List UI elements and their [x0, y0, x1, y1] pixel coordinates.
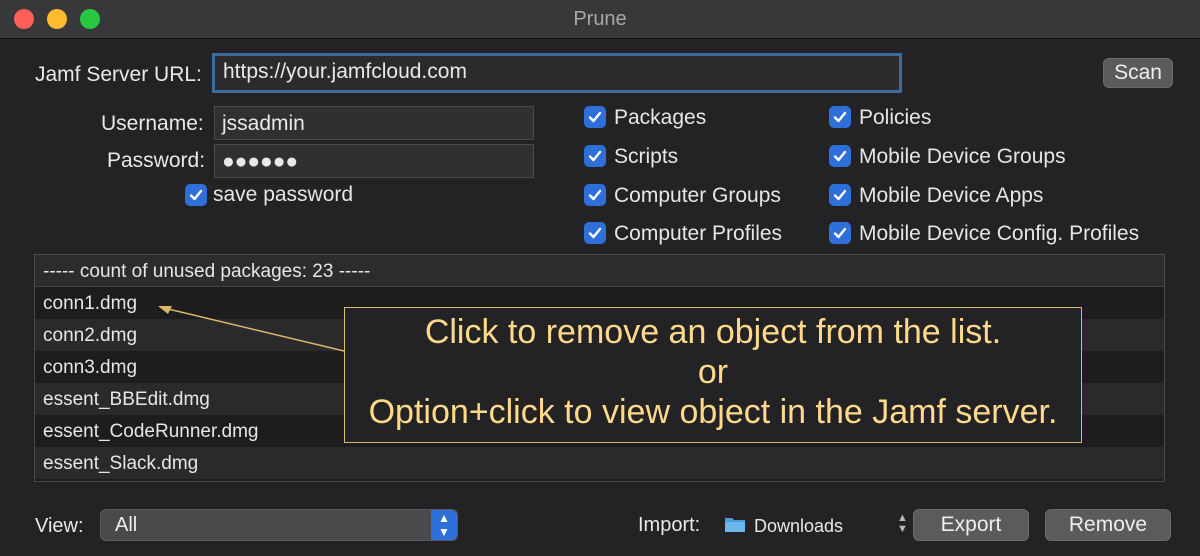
- scripts-checkbox[interactable]: [584, 145, 606, 167]
- updown-chevron-icon[interactable]: ▲ ▼: [897, 513, 908, 535]
- remove-button[interactable]: Remove: [1045, 509, 1171, 541]
- checkmark-icon: [833, 111, 847, 123]
- folder-icon: [725, 518, 745, 532]
- packages-label: Packages: [614, 106, 707, 129]
- computer-groups-checkbox[interactable]: [584, 184, 606, 206]
- mobile-device-config-profiles-checkbox[interactable]: [829, 222, 851, 244]
- window-title: Prune: [573, 8, 627, 30]
- mobile-device-apps-checkbox[interactable]: [829, 184, 851, 206]
- import-folder-name[interactable]: Downloads: [754, 516, 843, 537]
- callout-arrow: [158, 306, 345, 352]
- save-password-checkbox[interactable]: [185, 184, 207, 206]
- scripts-label: Scripts: [614, 145, 679, 168]
- mobile-device-apps-label: Mobile Device Apps: [859, 184, 1044, 207]
- computer-groups-label: Computer Groups: [614, 184, 781, 207]
- callout-line-3: Option+click to view object in the Jamf …: [368, 393, 1058, 431]
- username-label: Username:: [101, 112, 204, 135]
- username-field[interactable]: jssadmin: [214, 106, 534, 140]
- policies-checkbox[interactable]: [829, 106, 851, 128]
- scan-button[interactable]: Scan: [1103, 58, 1173, 88]
- mobile-device-groups-label: Mobile Device Groups: [859, 145, 1066, 168]
- checkmark-icon: [588, 111, 602, 123]
- packages-checkbox[interactable]: [584, 106, 606, 128]
- checkmark-icon: [833, 227, 847, 239]
- server-url-field[interactable]: https://your.jamfcloud.com: [212, 53, 902, 93]
- view-select[interactable]: All ▲ ▼: [100, 509, 458, 541]
- computer-profiles-label: Computer Profiles: [614, 222, 783, 245]
- mobile-device-config-profiles-label: Mobile Device Config. Profiles: [859, 222, 1140, 245]
- checkmark-icon: [833, 150, 847, 162]
- checkmark-icon: [588, 227, 602, 239]
- mobile-device-groups-checkbox[interactable]: [829, 145, 851, 167]
- list-header: ----- count of unused packages: 23 -----: [35, 255, 1164, 287]
- updown-arrows-icon: ▲ ▼: [431, 510, 457, 540]
- title-bar: Prune: [0, 0, 1200, 39]
- view-select-value: All: [115, 514, 138, 536]
- checkmark-icon: [189, 189, 203, 201]
- callout-line-1: Click to remove an object from the list.: [424, 313, 1002, 351]
- password-label: Password:: [107, 149, 206, 172]
- checkmark-icon: [833, 189, 847, 201]
- server-url-label: Jamf Server URL:: [35, 63, 202, 86]
- list-item[interactable]: essent_Slack.dmg: [35, 447, 1164, 479]
- policies-label: Policies: [859, 106, 932, 129]
- import-label: Import:: [638, 514, 701, 536]
- checkmark-icon: [588, 150, 602, 162]
- instruction-callout: Click to remove an object from the list.…: [344, 307, 1082, 443]
- password-field[interactable]: ●●●●●●: [214, 144, 534, 178]
- callout-line-2: or: [697, 353, 729, 391]
- save-password-label: save password: [213, 183, 354, 206]
- view-label: View:: [35, 515, 84, 537]
- export-button[interactable]: Export: [913, 509, 1029, 541]
- checkmark-icon: [588, 189, 602, 201]
- computer-profiles-checkbox[interactable]: [584, 222, 606, 244]
